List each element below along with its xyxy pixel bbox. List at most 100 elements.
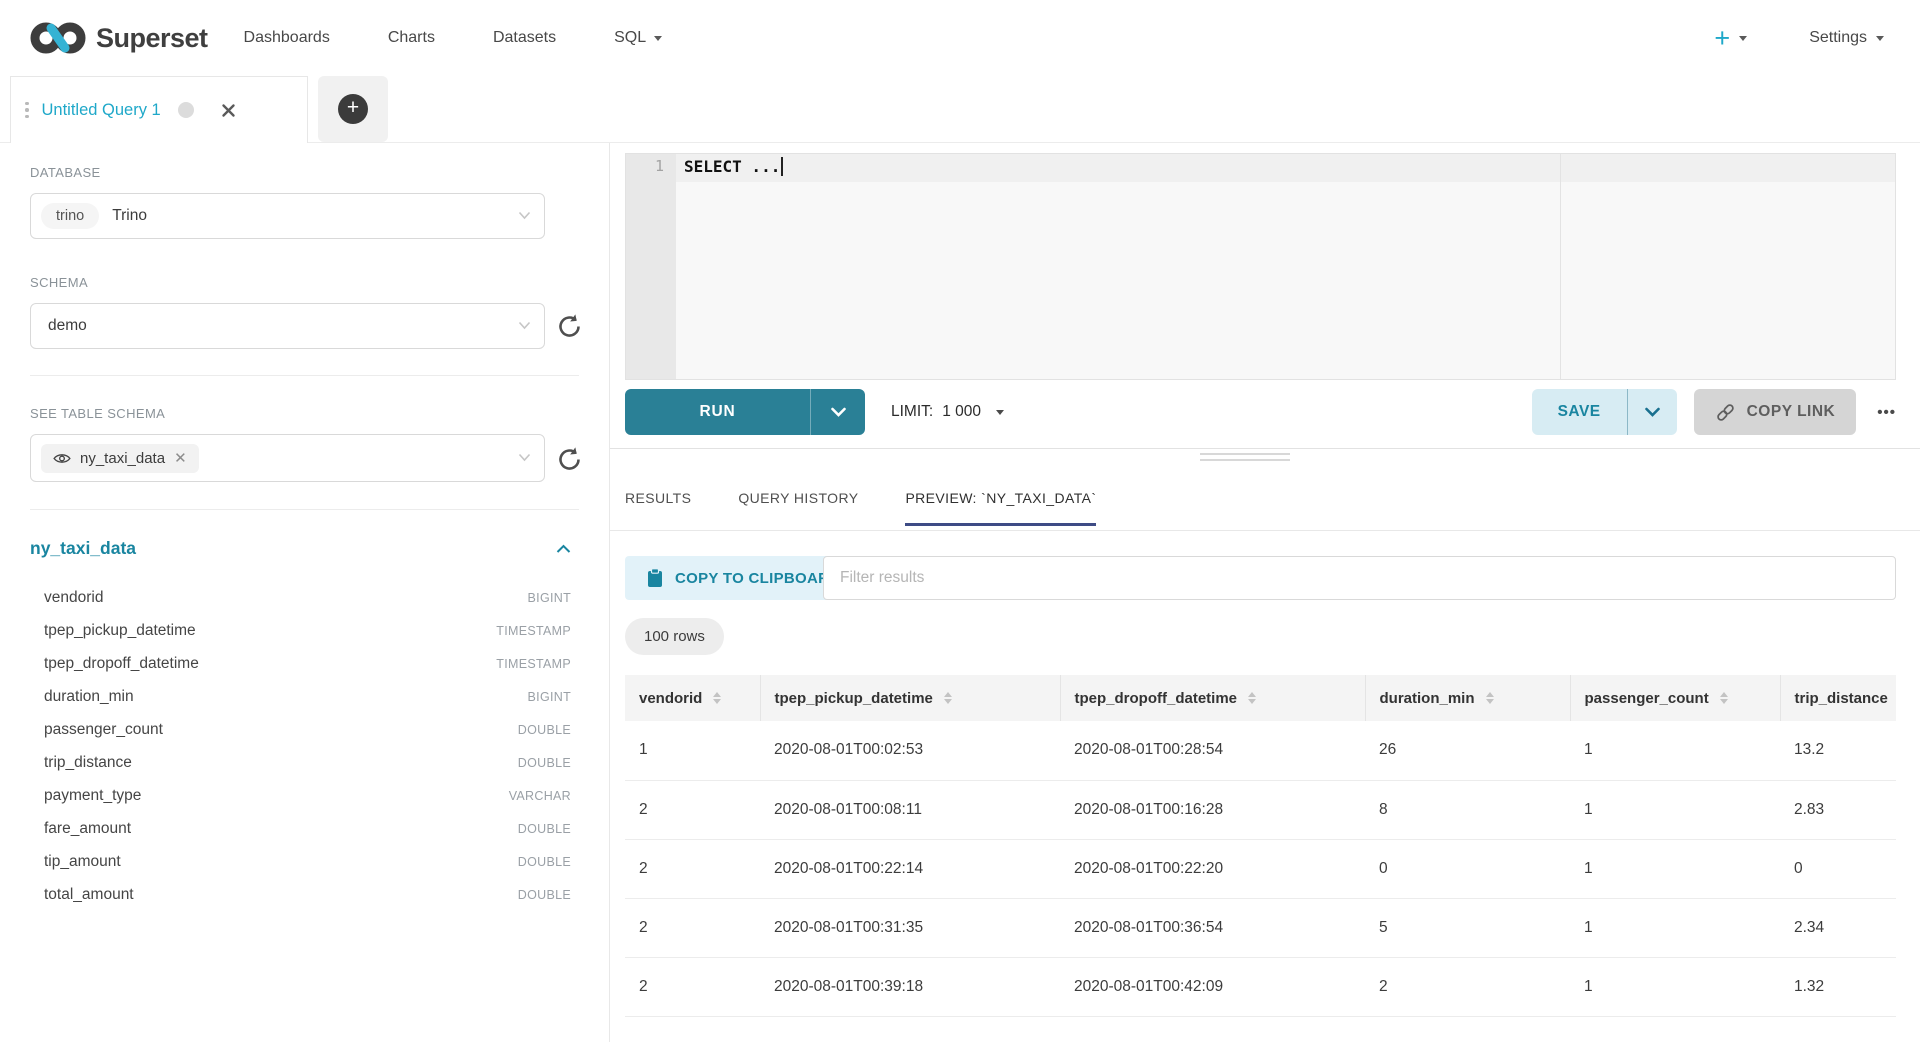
caret-down-icon <box>996 410 1004 415</box>
collapse-table-icon[interactable] <box>556 544 571 554</box>
splitter-drag-handle[interactable] <box>1200 453 1290 465</box>
tab-drag-handle-icon[interactable] <box>25 102 29 119</box>
column-name: passenger_count <box>44 721 163 739</box>
table-cell: 1 <box>1570 898 1780 957</box>
remove-table-icon[interactable]: ✕ <box>174 451 187 466</box>
column-header-duration_min[interactable]: duration_min <box>1365 675 1570 721</box>
table-cell: 1.32 <box>1780 957 1896 1016</box>
query-tab-label: Untitled Query 1 <box>42 101 161 120</box>
row-count-badge: 100 rows <box>625 618 724 655</box>
limit-dropdown[interactable]: LIMIT: 1 000 <box>891 403 1004 421</box>
column-type: DOUBLE <box>518 888 571 902</box>
table-schema-header: ny_taxi_data <box>30 538 571 559</box>
database-backend-tag: trino <box>41 203 99 229</box>
column-header-vendorid[interactable]: vendorid <box>625 675 760 721</box>
unsaved-indicator <box>178 102 194 118</box>
table-row: 12020-08-01T00:02:532020-08-01T00:28:542… <box>625 721 1896 780</box>
refresh-schemas-icon[interactable] <box>552 309 586 343</box>
table-cell: 2020-08-01T00:16:28 <box>1060 780 1365 839</box>
superset-logo[interactable]: Superset <box>30 20 208 56</box>
table-schema-title: ny_taxi_data <box>30 538 136 559</box>
schema-column-row: fare_amountDOUBLE <box>44 812 571 845</box>
editor-gutter: 1 <box>626 154 676 379</box>
table-cell: 2020-08-01T00:39:18 <box>760 957 1060 1016</box>
schema-select[interactable]: demo <box>30 303 545 349</box>
schema-column-row: payment_typeVARCHAR <box>44 779 571 812</box>
column-header-label: passenger_count <box>1585 690 1709 707</box>
column-header-label: trip_distance <box>1795 690 1888 707</box>
column-header-passenger_count[interactable]: passenger_count <box>1570 675 1780 721</box>
chevron-down-icon <box>518 317 531 335</box>
table-cell: 2020-08-01T00:28:54 <box>1060 721 1365 780</box>
database-value: Trino <box>112 207 147 225</box>
schema-column-row: tpep_pickup_datetimeTIMESTAMP <box>44 614 571 647</box>
column-type: DOUBLE <box>518 822 571 836</box>
column-header-trip_distance[interactable]: trip_distance <box>1780 675 1896 721</box>
schema-column-row: tip_amountDOUBLE <box>44 845 571 878</box>
table-cell: 2020-08-01T00:22:20 <box>1060 839 1365 898</box>
table-row: 22020-08-01T00:22:142020-08-01T00:22:200… <box>625 839 1896 898</box>
tab-query-history[interactable]: QUERY HISTORY <box>738 490 858 526</box>
column-type: DOUBLE <box>518 723 571 737</box>
nav-charts[interactable]: Charts <box>388 29 435 47</box>
nav-dashboards[interactable]: Dashboards <box>244 29 330 47</box>
column-header-label: vendorid <box>639 690 702 707</box>
table-select[interactable]: ny_taxi_data ✕ <box>30 434 545 482</box>
nav-right-group: + Settings <box>1714 25 1884 52</box>
sort-icon <box>1248 692 1256 705</box>
sql-editor-pane: 1 SELECT ... RUN LIMIT: 1 000 SAVE <box>610 143 1920 1042</box>
table-cell: 1 <box>1570 721 1780 780</box>
sort-icon <box>713 692 721 705</box>
tab-untitled-query-1[interactable]: Untitled Query 1 <box>10 76 308 143</box>
eye-icon <box>53 452 71 465</box>
copy-link-button[interactable]: COPY LINK <box>1694 389 1857 435</box>
tab-preview-ny-taxi-data[interactable]: PREVIEW: `NY_TAXI_DATA` <box>905 490 1096 526</box>
database-select[interactable]: trino Trino <box>30 193 545 239</box>
nav-sql-menu[interactable]: SQL <box>614 29 662 47</box>
table-cell: 0 <box>1365 839 1570 898</box>
chevron-down-icon <box>1876 36 1884 41</box>
new-item-menu[interactable]: + <box>1714 25 1747 52</box>
column-header-tpep_dropoff_datetime[interactable]: tpep_dropoff_datetime <box>1060 675 1365 721</box>
close-tab-icon[interactable] <box>221 103 236 118</box>
top-nav-bar: Superset Dashboards Charts Datasets SQL … <box>0 0 1920 76</box>
column-header-label: duration_min <box>1380 690 1475 707</box>
print-margin-line <box>1560 154 1561 379</box>
table-row: 22020-08-01T00:39:182020-08-01T00:42:092… <box>625 957 1896 1016</box>
chevron-down-icon <box>654 36 662 41</box>
column-type: DOUBLE <box>518 855 571 869</box>
refresh-tables-icon[interactable] <box>552 442 586 476</box>
results-tabs-border <box>610 530 1920 531</box>
settings-menu[interactable]: Settings <box>1809 29 1884 47</box>
chevron-down-icon <box>518 207 531 225</box>
schema-column-row: vendoridBIGINT <box>44 581 571 614</box>
tab-results[interactable]: RESULTS <box>625 490 691 526</box>
save-button[interactable]: SAVE <box>1532 389 1627 435</box>
table-cell: 5 <box>1365 898 1570 957</box>
nav-datasets[interactable]: Datasets <box>493 29 556 47</box>
sql-code-editor[interactable]: 1 SELECT ... <box>625 153 1896 380</box>
schema-columns: vendoridBIGINTtpep_pickup_datetimeTIMEST… <box>44 581 571 911</box>
column-name: trip_distance <box>44 754 132 772</box>
filter-results-input[interactable] <box>823 556 1896 600</box>
save-options-button[interactable] <box>1627 389 1677 435</box>
table-cell: 2020-08-01T00:22:14 <box>760 839 1060 898</box>
schema-column-row: trip_distanceDOUBLE <box>44 746 571 779</box>
more-actions-button[interactable]: ••• <box>1877 404 1896 421</box>
run-split-button: RUN <box>625 389 865 435</box>
new-query-tab-button[interactable]: + <box>318 76 388 142</box>
column-type: BIGINT <box>528 591 571 605</box>
run-options-button[interactable] <box>810 389 865 435</box>
column-name: tpep_pickup_datetime <box>44 622 196 640</box>
column-name: duration_min <box>44 688 134 706</box>
sql-lab-sidebar: DATABASE trino Trino SCHEMA demo SEE TAB… <box>0 143 610 1042</box>
schema-value: demo <box>48 317 87 335</box>
divider <box>30 375 579 376</box>
pane-divider <box>610 448 1920 449</box>
table-cell: 2020-08-01T00:36:54 <box>1060 898 1365 957</box>
column-type: BIGINT <box>528 690 571 704</box>
column-name: total_amount <box>44 886 134 904</box>
run-button[interactable]: RUN <box>625 389 810 435</box>
column-header-tpep_pickup_datetime[interactable]: tpep_pickup_datetime <box>760 675 1060 721</box>
table-header-row: vendorid tpep_pickup_datetimetpep_dropoff… <box>625 675 1896 721</box>
